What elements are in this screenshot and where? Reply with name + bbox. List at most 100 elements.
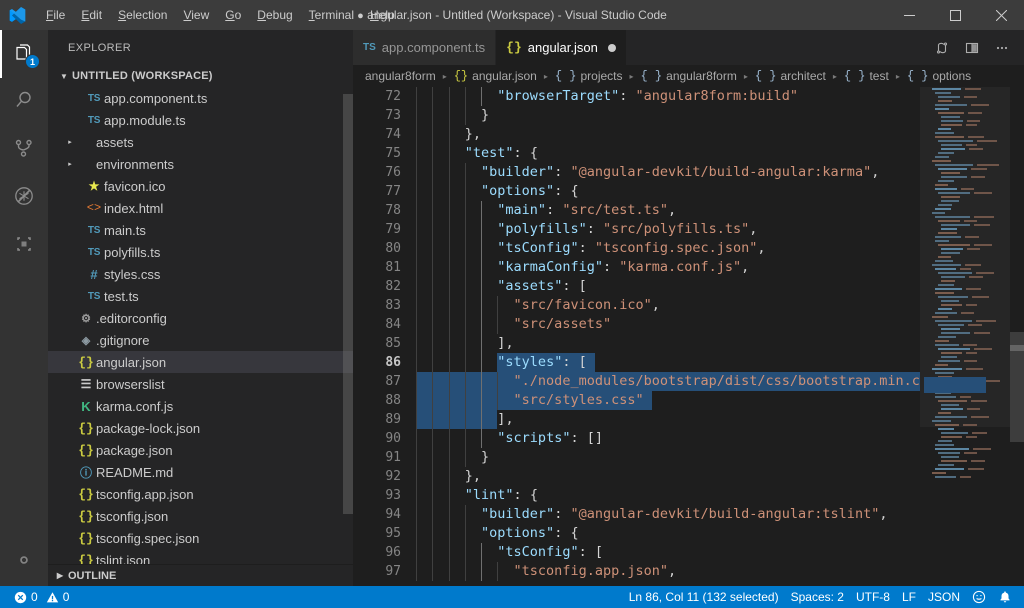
tab-angular-json[interactable]: {} angular.json <box>496 30 627 65</box>
editor-position-status[interactable]: Ln 86, Col 11 (132 selected) <box>623 586 785 608</box>
indent-guide <box>432 277 434 296</box>
menu-item-go[interactable]: Go <box>217 0 249 30</box>
code-text: } <box>481 449 490 465</box>
line-number: 91 <box>385 450 401 465</box>
eol-status[interactable]: LF <box>896 586 922 608</box>
minimap-block <box>961 188 974 190</box>
minimap-block <box>938 100 953 102</box>
tree-item-app-module-ts[interactable]: TS app.module.ts <box>48 109 353 131</box>
sidebar-scrollbar[interactable] <box>343 30 353 586</box>
language-mode-status[interactable]: JSON <box>922 586 966 608</box>
tree-item-environments[interactable]: ▸ environments <box>48 153 353 175</box>
tree-item-tsconfig-app-json[interactable]: {} tsconfig.app.json <box>48 483 353 505</box>
line-number: 90 <box>385 431 401 446</box>
minimap-block <box>974 244 992 246</box>
menu-item-file[interactable]: File <box>38 0 73 30</box>
breadcrumb-item-architect[interactable]: { } architect <box>753 69 828 83</box>
problems-status[interactable]: 0 0 <box>8 586 75 608</box>
indentation-status[interactable]: Spaces: 2 <box>785 586 850 608</box>
tab-app-component-ts[interactable]: TS app.component.ts <box>353 30 497 65</box>
breadcrumb-item-projects[interactable]: { } projects <box>553 69 625 83</box>
indent-guide <box>416 106 417 125</box>
minimap-block <box>974 192 992 194</box>
tree-item-index-html[interactable]: <> index.html <box>48 197 353 219</box>
menu-item-debug[interactable]: Debug <box>249 0 300 30</box>
minimap-block <box>935 184 948 186</box>
outline-section-header[interactable]: ▶ OUTLINE <box>48 564 353 586</box>
tree-item-test-ts[interactable]: TS test.ts <box>48 285 353 307</box>
ts-file-icon: TS <box>87 224 101 236</box>
tree-item--gitignore[interactable]: ◈ .gitignore <box>48 329 353 351</box>
minimap-block <box>941 224 970 226</box>
chevron-right-icon[interactable]: ▸ <box>64 160 76 168</box>
menu-item-edit[interactable]: Edit <box>73 0 110 30</box>
activity-item-source-control[interactable] <box>0 126 48 174</box>
list-file-icon: ☰ <box>80 377 92 391</box>
tree-item-tsconfig-spec-json[interactable]: {} tsconfig.spec.json <box>48 527 353 549</box>
tree-item-assets[interactable]: ▸ assets <box>48 131 353 153</box>
bell-icon[interactable] <box>992 586 1018 608</box>
code-text: "assets": [ <box>497 278 587 294</box>
tree-item-main-ts[interactable]: TS main.ts <box>48 219 353 241</box>
breadcrumb-item-angular8form[interactable]: angular8form <box>363 69 438 83</box>
breadcrumb[interactable]: angular8form ▸{} angular.json ▸{ } projects ▸… <box>353 65 1024 87</box>
json-object-icon: { } <box>640 69 663 83</box>
minimap-block <box>941 148 965 150</box>
workspace-section-header[interactable]: ▼ UNTITLED (WORKSPACE) <box>48 65 353 87</box>
tree-item-readme-md[interactable]: ⓘ README.md <box>48 461 353 483</box>
tree-item-label: favicon.ico <box>104 178 166 194</box>
indent-guide <box>464 429 466 448</box>
file-tree[interactable]: TS app.component.ts TS app.module.ts ▸ assets… <box>48 87 353 564</box>
tree-item-styles-css[interactable]: # styles.css <box>48 263 353 285</box>
menu-item-help[interactable]: Help <box>362 0 403 30</box>
maximize-button[interactable] <box>932 0 978 30</box>
breadcrumb-item-test[interactable]: { } test <box>842 69 891 83</box>
tree-item-angular-json[interactable]: {} angular.json <box>48 351 353 373</box>
breadcrumb-item-angular.json[interactable]: {} angular.json <box>452 69 539 83</box>
minimap-block <box>970 168 987 170</box>
menu-item-terminal[interactable]: Terminal <box>301 0 362 30</box>
tree-item-tsconfig-json[interactable]: {} tsconfig.json <box>48 505 353 527</box>
minimap-block <box>964 236 979 238</box>
breadcrumb-item-options[interactable]: { } options <box>905 69 973 83</box>
smiley-icon[interactable] <box>966 586 992 608</box>
encoding-status[interactable]: UTF-8 <box>850 586 896 608</box>
minimap-block <box>935 424 959 426</box>
editor-scrollbar[interactable] <box>1010 87 1024 586</box>
tree-item-tslint-json[interactable]: {} tslint.json <box>48 549 353 565</box>
menu-item-view[interactable]: View <box>175 0 217 30</box>
sync-icon[interactable] <box>928 34 956 62</box>
indent-guide <box>416 163 417 182</box>
activity-item-debug[interactable] <box>0 174 48 222</box>
minimap-block <box>941 460 967 462</box>
tree-item-karma-conf-js[interactable]: Kkarma.conf.js <box>48 395 353 417</box>
activity-item-extensions[interactable] <box>0 222 48 270</box>
ellipsis-icon[interactable] <box>988 34 1016 62</box>
tab-dirty-indicator[interactable] <box>607 43 616 52</box>
indent-guide <box>432 562 434 581</box>
activity-item-search[interactable] <box>0 78 48 126</box>
menu-item-selection[interactable]: Selection <box>110 0 175 30</box>
tree-item-app-component-ts[interactable]: TS app.component.ts <box>48 87 353 109</box>
breadcrumb-item-angular8form[interactable]: { } angular8form <box>639 69 739 83</box>
split-editor-icon[interactable] <box>958 34 986 62</box>
scrollbar-thumb[interactable] <box>1010 332 1024 442</box>
minimap-block <box>941 228 957 230</box>
tree-item-browserslist[interactable]: ☰ browserslist <box>48 373 353 395</box>
tree-item-polyfills-ts[interactable]: TS polyfills.ts <box>48 241 353 263</box>
minimap-block <box>973 332 990 334</box>
code-editor[interactable]: 72 "browserTarget": "angular8form:build" 7… <box>353 87 1024 586</box>
activity-item-explorer[interactable]: 1 <box>0 30 48 78</box>
chevron-right-icon[interactable]: ▸ <box>64 138 76 146</box>
activity-item-manage[interactable] <box>0 538 48 586</box>
minimize-button[interactable] <box>886 0 932 30</box>
minimap-block <box>959 268 972 270</box>
tree-item-favicon-ico[interactable]: ★ favicon.ico <box>48 175 353 197</box>
tree-item--editorconfig[interactable]: ⚙ .editorconfig <box>48 307 353 329</box>
tree-item-package-json[interactable]: {} package.json <box>48 439 353 461</box>
minimap[interactable] <box>920 87 1010 586</box>
tree-item-package-lock-json[interactable]: {} package-lock.json <box>48 417 353 439</box>
close-button[interactable] <box>978 0 1024 30</box>
json-file-icon: {} <box>78 530 94 546</box>
menu-bar[interactable]: File Edit Selection View Go Debug Terminal Help <box>34 0 403 30</box>
